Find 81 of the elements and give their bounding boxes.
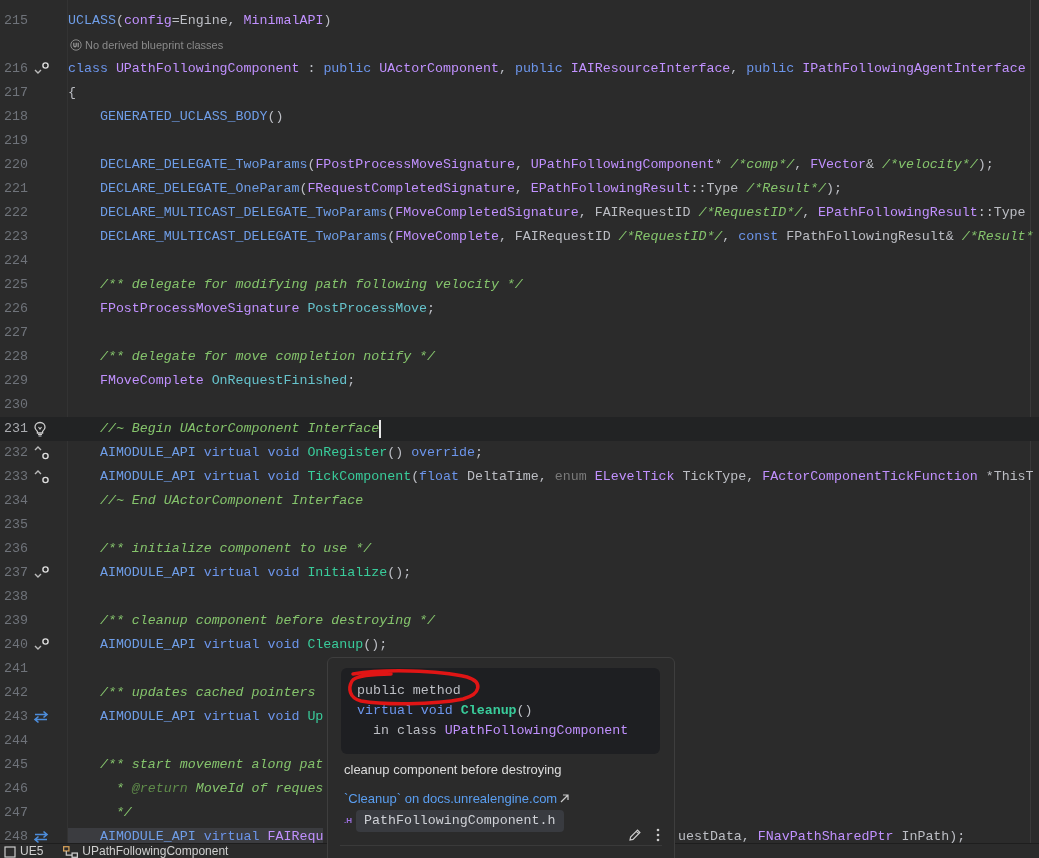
code-line: AIMODULE_API virtual void Up (98, 708, 324, 726)
line-number: 224 (3, 252, 28, 271)
line-number: 238 (3, 588, 28, 607)
line-number: 216 (3, 60, 28, 79)
code-line: //~ Begin UActorComponent Interface (98, 420, 380, 438)
code-line: DECLARE_MULTICAST_DELEGATE_TwoParams(FMoveComplete, FAIRequestID /*RequestID*/, const FPathFollowingResult& /*Result* (98, 228, 1034, 246)
lightbulb-icon[interactable] (33, 421, 47, 437)
code-line: /** cleanup component before destroying */ (98, 612, 436, 630)
line-number: 232 (3, 444, 28, 463)
line-number: 236 (3, 540, 28, 559)
line-number: 223 (3, 228, 28, 247)
line-number: 245 (3, 756, 28, 775)
signature-line: virtual void Cleanup() (357, 702, 534, 720)
module-icon (4, 845, 16, 858)
code-line: class UPathFollowingComponent : public UActorComponent, public IAIResourceInterface, public IPathFollowingAgentInterface (68, 60, 1026, 78)
doc-description: cleanup component before destroying (343, 761, 563, 779)
code-line: { (68, 84, 76, 102)
code-line: /** start movement along pat (98, 756, 324, 774)
code-line: uestData, FNavPathSharedPtr InPath); (678, 828, 966, 847)
line-number: 230 (3, 396, 28, 415)
line-number: 231 (3, 420, 28, 439)
breadcrumb-item[interactable]: UPathFollowingComponent (82, 845, 229, 858)
override-marker-icon[interactable] (33, 445, 51, 461)
breadcrumb-item[interactable]: UE5 (20, 845, 44, 858)
line-number: 215 (3, 12, 28, 31)
line-number: 217 (3, 84, 28, 103)
code-line: /** initialize component to use */ (98, 540, 372, 558)
docs-link[interactable]: `Cleanup` on docs.unrealengine.com (344, 788, 558, 808)
code-line: GENERATED_UCLASS_BODY() (98, 108, 284, 126)
line-number: 229 (3, 372, 28, 391)
code-line: /** delegate for move completion notify */ (98, 348, 436, 366)
code-line: AIMODULE_API virtual void TickComponent(float DeltaTime, enum ELevelTick TickType, FActorComponentTickFunction *ThisT (98, 468, 1034, 486)
line-number: 243 (3, 708, 28, 727)
code-line: AIMODULE_API virtual void Initialize(); (98, 564, 412, 582)
line-number: 237 (3, 564, 28, 583)
inlay-hint[interactable]: No derived blueprint classes (85, 36, 224, 54)
signature-line: in class UPathFollowingComponent (371, 722, 630, 740)
line-number: 248 (3, 828, 28, 846)
code-line: DECLARE_MULTICAST_DELEGATE_TwoParams(FMoveCompletedSignature, FAIRequestID /*RequestID*/, EPathFollowingResult::Type (98, 204, 1026, 222)
hierarchy-icon (63, 845, 79, 858)
line-number: 244 (3, 732, 28, 751)
line-number: 218 (3, 108, 28, 127)
line-number: 225 (3, 276, 28, 295)
line-number: 221 (3, 180, 28, 199)
code-line: */ (114, 804, 132, 822)
line-number: 234 (3, 492, 28, 511)
override-marker-icon[interactable] (33, 469, 51, 485)
edit-icon[interactable] (628, 828, 642, 842)
code-line: * @return MoveId of reques (114, 780, 324, 798)
blueprint-icon (70, 39, 82, 51)
external-link-icon[interactable] (560, 793, 570, 803)
code-line: /** updates cached pointers (98, 684, 316, 702)
line-number: 240 (3, 636, 28, 655)
swap-arrows-icon[interactable] (33, 710, 49, 724)
line-number: 222 (3, 204, 28, 223)
code-line: DECLARE_DELEGATE_OneParam(FRequestCompletedSignature, EPathFollowingResult::Type /*Result*/); (98, 180, 843, 198)
code-line: FPostProcessMoveSignature PostProcessMove; (98, 300, 436, 318)
code-line: AIMODULE_API virtual void Cleanup(); (98, 636, 388, 654)
line-number: 241 (3, 660, 28, 679)
code-line: AIMODULE_API virtual void OnRegister() override; (98, 444, 483, 462)
code-line: FMoveComplete OnRequestFinished; (98, 372, 356, 390)
line-number: 235 (3, 516, 28, 535)
file-chip[interactable]: PathFollowingComponent.h (356, 810, 564, 832)
code-line: //~ End UActorComponent Interface (98, 492, 364, 510)
line-number: 247 (3, 804, 28, 823)
line-number: 220 (3, 156, 28, 175)
line-number: 226 (3, 300, 28, 319)
code-line: DECLARE_DELEGATE_TwoParams(FPostProcessMoveSignature, UPathFollowingComponent* /*comp*/, FVector& /*velocity*/); (98, 156, 994, 174)
line-number: 227 (3, 324, 28, 343)
line-number: 246 (3, 780, 28, 799)
swap-arrows-icon[interactable] (33, 830, 49, 844)
more-options-icon[interactable] (656, 828, 660, 842)
line-number: 228 (3, 348, 28, 367)
line-number: 242 (3, 684, 28, 703)
line-number: 219 (3, 132, 28, 151)
code-line: /** delegate for modifying path following velocity */ (98, 276, 523, 294)
code-line: UCLASS(config=Engine, MinimalAPI) (68, 12, 332, 30)
line-number: 233 (3, 468, 28, 487)
file-type-label: .H (344, 814, 352, 827)
line-number: 239 (3, 612, 28, 631)
signature-line: public method (357, 682, 462, 700)
